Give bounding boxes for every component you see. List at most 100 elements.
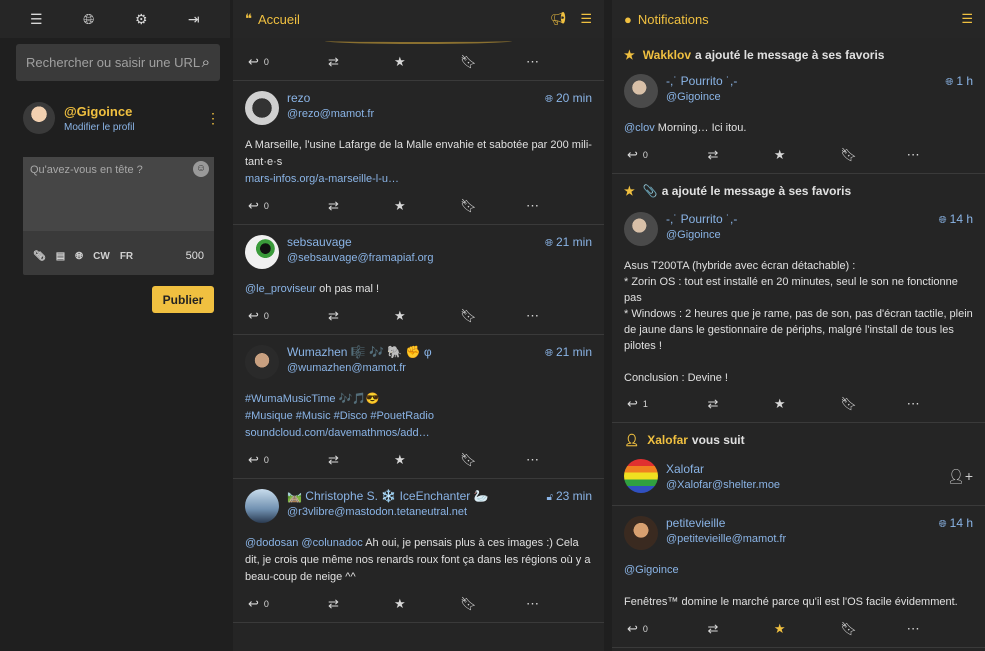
status-time[interactable]: 🔓︎ 23 min <box>546 489 592 503</box>
display-name[interactable]: Wumazhen 🎼 🎶 🐘 ✊ φ <box>287 345 545 359</box>
reply-button[interactable]: ↩ 0 <box>245 308 328 324</box>
cw-toggle[interactable]: CW <box>93 251 110 262</box>
reply-button[interactable]: ↩ 0 <box>245 452 328 468</box>
bookmark-icon[interactable]: 🔖︎ <box>840 621 906 637</box>
column-settings-icon[interactable]: ☰ <box>961 11 973 27</box>
bookmark-icon[interactable]: 🔖︎ <box>460 596 526 612</box>
display-name[interactable]: Xalofar <box>666 462 947 476</box>
hashtag-line[interactable]: #Musique #Music #Disco #PouetRadio <box>245 408 592 425</box>
favourite-icon[interactable]: ★ <box>394 452 460 468</box>
account-handle[interactable]: @sebsauvage@framapiaf.org <box>287 252 545 264</box>
favourite-icon[interactable]: ★ <box>394 596 460 612</box>
more-icon[interactable]: ⋯ <box>526 452 592 468</box>
gear-icon[interactable]: ⚙ <box>129 7 153 31</box>
publish-button[interactable]: Publier <box>152 286 214 313</box>
avatar[interactable] <box>245 345 279 379</box>
favourite-icon[interactable]: ★ <box>394 308 460 324</box>
favourite-icon[interactable]: ★ <box>774 147 840 163</box>
more-icon[interactable]: ⋯ <box>526 596 592 612</box>
notification-actor[interactable]: Wakklov <box>643 48 691 62</box>
avatar[interactable] <box>624 459 658 493</box>
profile-handle[interactable]: @Gigoince <box>64 104 206 119</box>
favourite-icon[interactable]: ★ <box>774 396 840 412</box>
account-handle[interactable]: @Gigoince <box>666 229 939 241</box>
emoji-picker-icon[interactable]: ☺ <box>193 161 209 177</box>
mention-link[interactable]: @clov <box>624 122 655 134</box>
globe-icon[interactable]: 🌐︎ <box>77 7 101 31</box>
avatar[interactable] <box>624 516 658 550</box>
avatar[interactable] <box>245 489 279 523</box>
boost-icon[interactable]: ⇄ <box>328 308 394 324</box>
more-icon[interactable]: ⋯ <box>526 198 592 214</box>
notification-actor[interactable]: 📎 <box>643 184 658 198</box>
more-vertical-icon[interactable]: ⋮ <box>206 110 220 127</box>
avatar[interactable] <box>245 91 279 125</box>
boost-icon[interactable]: ⇄ <box>328 198 394 214</box>
reply-button[interactable]: ↩ 1 <box>624 396 707 412</box>
bookmark-icon[interactable]: 🔖︎ <box>460 54 526 70</box>
reply-button[interactable]: ↩ 0 <box>245 596 328 612</box>
avatar[interactable] <box>23 102 55 134</box>
avatar[interactable] <box>624 212 658 246</box>
account-handle[interactable]: @Gigoince <box>666 91 945 103</box>
more-icon[interactable]: ⋯ <box>526 54 592 70</box>
hashtag-line[interactable]: #WumaMusicTime 🎶🎵😎 <box>245 391 592 408</box>
more-icon[interactable]: ⋯ <box>907 147 973 163</box>
bookmark-icon[interactable]: 🔖︎ <box>840 396 906 412</box>
mention-link[interactable]: @Gigoince <box>624 562 973 579</box>
boost-icon[interactable]: ⇄ <box>328 54 394 70</box>
reply-button[interactable]: ↩ 0 <box>624 621 707 637</box>
reply-button[interactable]: ↩ 0 <box>245 54 328 70</box>
bookmark-icon[interactable]: 🔖︎ <box>840 147 906 163</box>
status-time[interactable]: 🌐︎ 14 h <box>939 212 973 226</box>
display-name[interactable]: rezo <box>287 91 545 105</box>
avatar[interactable] <box>624 74 658 108</box>
display-name[interactable]: petitevieille <box>666 516 939 530</box>
favourite-icon[interactable]: ★ <box>394 54 460 70</box>
favourite-icon[interactable]: ★ <box>774 621 840 637</box>
status-link[interactable]: mars-infos.org/a-marseille-l-u… <box>245 171 592 188</box>
boost-icon[interactable]: ⇄ <box>328 452 394 468</box>
announcements-icon[interactable]: 📢︎ <box>550 11 567 27</box>
status-time[interactable]: 🌐︎ 1 h <box>945 74 973 88</box>
mention-link[interactable]: @dodosan @colunadoc <box>245 537 363 549</box>
account-handle[interactable]: @r3vlibre@mastodon.tetaneutral.net <box>287 506 546 518</box>
language-selector[interactable]: FR <box>120 251 133 262</box>
bookmark-icon[interactable]: 🔖︎ <box>460 452 526 468</box>
status-link[interactable]: soundcloud.com/davemathmos/add… <box>245 425 592 442</box>
display-name[interactable]: 🛤️ Christophe S. ❄️ IceEnchanter 🦢 <box>287 489 546 503</box>
logout-icon[interactable]: ⇥ <box>182 7 206 31</box>
menu-icon[interactable]: ☰ <box>24 7 48 31</box>
favourite-icon[interactable]: ★ <box>394 198 460 214</box>
boost-icon[interactable]: ⇄ <box>707 147 773 163</box>
column-settings-icon[interactable]: ☰ <box>580 11 592 27</box>
poll-icon[interactable]: ▤ <box>56 251 65 262</box>
search-icon[interactable]: ⌕ <box>202 54 210 71</box>
account-handle[interactable]: @rezo@mamot.fr <box>287 108 545 120</box>
boost-icon[interactable]: ⇄ <box>707 396 773 412</box>
notification-actor[interactable]: Xalofar <box>647 433 688 447</box>
home-column-header[interactable]: ❝ Accueil 📢︎ ☰ <box>233 0 604 38</box>
avatar[interactable] <box>245 235 279 269</box>
more-icon[interactable]: ⋯ <box>907 621 973 637</box>
account-handle[interactable]: @petitevieille@mamot.fr <box>666 533 939 545</box>
boost-icon[interactable]: ⇄ <box>707 621 773 637</box>
visibility-globe-icon[interactable]: 🌐︎ <box>75 251 83 262</box>
account-handle[interactable]: @wumazhen@mamot.fr <box>287 362 545 374</box>
status-time[interactable]: 🌐︎ 21 min <box>545 345 592 359</box>
bookmark-icon[interactable]: 🔖︎ <box>460 198 526 214</box>
edit-profile-link[interactable]: Modifier le profil <box>64 122 206 133</box>
compose-textarea[interactable] <box>23 157 214 231</box>
mention-link[interactable]: @le_proviseur <box>245 283 316 295</box>
search-input[interactable] <box>26 55 202 70</box>
reply-button[interactable]: ↩ 0 <box>624 147 707 163</box>
status-time[interactable]: 🌐︎ 21 min <box>545 235 592 249</box>
display-name[interactable]: -,˙ Pourrito ˙,- <box>666 212 939 226</box>
display-name[interactable]: sebsauvage <box>287 235 545 249</box>
bookmark-icon[interactable]: 🔖︎ <box>460 308 526 324</box>
more-icon[interactable]: ⋯ <box>526 308 592 324</box>
boost-icon[interactable]: ⇄ <box>328 596 394 612</box>
status-time[interactable]: 🌐︎ 14 h <box>939 516 973 530</box>
attach-icon[interactable]: 📎︎ <box>33 251 46 262</box>
reply-button[interactable]: ↩ 0 <box>245 198 328 214</box>
